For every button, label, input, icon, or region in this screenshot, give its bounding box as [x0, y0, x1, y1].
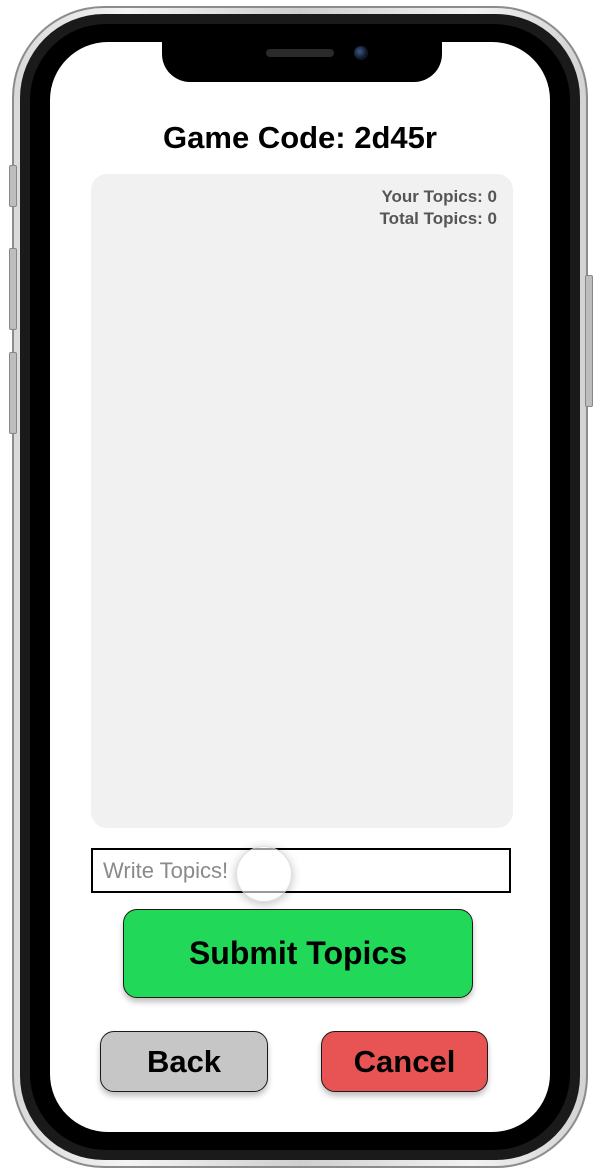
speaker-icon — [266, 49, 334, 57]
volume-down-button — [9, 352, 17, 434]
notch — [162, 38, 442, 82]
silent-switch — [9, 165, 17, 207]
topic-input[interactable] — [91, 848, 511, 893]
camera-icon — [354, 46, 368, 60]
topic-counters: Your Topics: 0 Total Topics: 0 — [380, 186, 497, 230]
submit-topics-button[interactable]: Submit Topics — [123, 909, 473, 998]
page-title: Game Code: 2d45r — [163, 120, 437, 155]
cancel-button[interactable]: Cancel — [321, 1031, 488, 1092]
device-stage: Game Code: 2d45r Your Topics: 0 Total To… — [0, 0, 600, 1176]
total-topics-count: Total Topics: 0 — [379, 209, 497, 228]
volume-up-button — [9, 248, 17, 330]
topics-list-panel: Your Topics: 0 Total Topics: 0 — [91, 174, 513, 828]
power-button — [585, 275, 593, 407]
your-topics-count: Your Topics: 0 — [381, 187, 497, 206]
back-button[interactable]: Back — [100, 1031, 268, 1092]
